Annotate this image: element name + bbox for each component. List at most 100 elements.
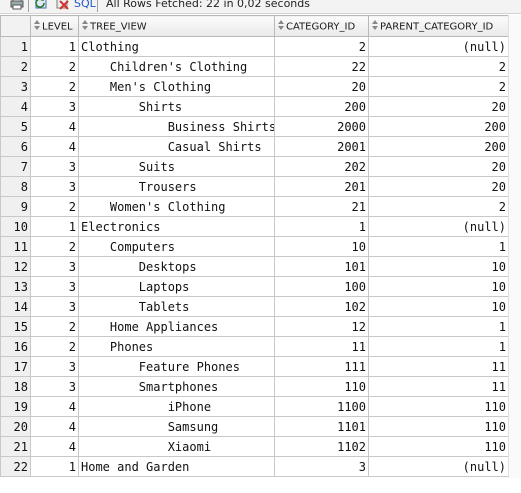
category-id-cell[interactable]: 1 [274, 216, 369, 237]
row-number-cell[interactable]: 10 [0, 216, 31, 237]
level-cell[interactable]: 4 [30, 396, 79, 417]
parent-category-id-cell[interactable]: 1 [368, 316, 509, 337]
table-row[interactable]: 32 Men's Clothing 20 2 [0, 76, 509, 97]
row-number-cell[interactable]: 21 [0, 436, 31, 457]
table-row[interactable]: 16 2 Phones 11 1 [0, 336, 509, 357]
row-number-cell[interactable]: 4 [0, 96, 31, 117]
parent-category-id-cell[interactable]: 10 [368, 256, 509, 277]
sql-refresh-icon[interactable] [34, 0, 50, 11]
row-number-cell[interactable]: 9 [0, 196, 31, 217]
category-id-cell[interactable]: 101 [274, 256, 369, 277]
parent-category-id-cell[interactable]: 10 [368, 296, 509, 317]
vertical-scrollbar[interactable] [508, 15, 521, 478]
level-cell[interactable]: 3 [30, 296, 79, 317]
row-number-cell[interactable]: 17 [0, 356, 31, 377]
parent-category-id-cell[interactable]: 110 [368, 416, 509, 437]
tree-view-cell[interactable]: Xiaomi [78, 436, 275, 457]
row-number-cell[interactable]: 16 [0, 336, 31, 357]
parent-category-id-cell[interactable]: 2 [368, 196, 509, 217]
level-cell[interactable]: 2 [30, 56, 79, 77]
parent-category-id-cell[interactable]: 20 [368, 176, 509, 197]
row-number-cell[interactable]: 19 [0, 396, 31, 417]
row-number-cell[interactable]: 13 [0, 276, 31, 297]
table-row[interactable]: 43 Shirts 200 20 [0, 96, 509, 117]
level-cell[interactable]: 4 [30, 436, 79, 457]
tree-view-cell[interactable]: Samsung [78, 416, 275, 437]
table-row[interactable]: 19 4 iPhone 1100 110 [0, 396, 509, 417]
category-id-cell[interactable]: 2001 [274, 136, 369, 157]
category-id-cell[interactable]: 2000 [274, 116, 369, 137]
tree-view-cell[interactable]: Tablets [78, 296, 275, 317]
level-cell[interactable]: 3 [30, 276, 79, 297]
category-id-cell[interactable]: 100 [274, 276, 369, 297]
tree-view-cell[interactable]: Trousers [78, 176, 275, 197]
table-row[interactable]: 54 Business Shirts 2000 200 [0, 116, 509, 137]
category-id-cell[interactable]: 1100 [274, 396, 369, 417]
column-header-tree-view[interactable]: TREE_VIEW [78, 15, 275, 37]
table-row[interactable]: 73 Suits 202 20 [0, 156, 509, 177]
level-cell[interactable]: 3 [30, 96, 79, 117]
row-number-cell[interactable]: 6 [0, 136, 31, 157]
level-cell[interactable]: 1 [30, 216, 79, 237]
category-id-cell[interactable]: 20 [274, 76, 369, 97]
table-row[interactable]: 17 3 Feature Phones 111 11 [0, 356, 509, 377]
row-number-cell[interactable]: 7 [0, 156, 31, 177]
table-row[interactable]: 14 3 Tablets 102 10 [0, 296, 509, 317]
tree-view-cell[interactable]: Laptops [78, 276, 275, 297]
level-cell[interactable]: 2 [30, 336, 79, 357]
level-cell[interactable]: 3 [30, 156, 79, 177]
tree-view-cell[interactable]: Shirts [78, 96, 275, 117]
category-id-cell[interactable]: 202 [274, 156, 369, 177]
parent-category-id-cell[interactable]: 110 [368, 436, 509, 457]
tree-view-cell[interactable]: Business Shirts [78, 116, 275, 137]
row-number-cell[interactable]: 20 [0, 416, 31, 437]
level-cell[interactable]: 3 [30, 256, 79, 277]
category-id-cell[interactable]: 21 [274, 196, 369, 217]
category-id-cell[interactable]: 10 [274, 236, 369, 257]
tree-view-cell[interactable]: iPhone [78, 396, 275, 417]
sql-link[interactable]: SQL [74, 0, 96, 12]
table-row[interactable]: 22 Children's Clothing 22 2 [0, 56, 509, 77]
tree-view-cell[interactable]: Home Appliances [78, 316, 275, 337]
column-header-parent-category-id[interactable]: PARENT_CATEGORY_ID [368, 15, 509, 37]
level-cell[interactable]: 2 [30, 316, 79, 337]
tree-view-cell[interactable]: Casual Shirts [78, 136, 275, 157]
tree-view-cell[interactable]: Feature Phones [78, 356, 275, 377]
category-id-cell[interactable]: 110 [274, 376, 369, 397]
category-id-cell[interactable]: 12 [274, 316, 369, 337]
tree-view-cell[interactable]: Smartphones [78, 376, 275, 397]
table-row[interactable]: 12 3 Desktops 101 10 [0, 256, 509, 277]
parent-category-id-cell[interactable]: 11 [368, 376, 509, 397]
row-number-cell[interactable]: 15 [0, 316, 31, 337]
row-number-cell[interactable]: 22 [0, 456, 31, 477]
table-row[interactable]: 20 4 Samsung 1101 110 [0, 416, 509, 437]
level-cell[interactable]: 2 [30, 196, 79, 217]
category-id-cell[interactable]: 102 [274, 296, 369, 317]
table-row[interactable]: 83 Trousers 201 20 [0, 176, 509, 197]
level-cell[interactable]: 4 [30, 136, 79, 157]
parent-category-id-cell[interactable]: 20 [368, 96, 509, 117]
level-cell[interactable]: 2 [30, 76, 79, 97]
print-icon[interactable] [9, 0, 25, 11]
row-number-cell[interactable]: 11 [0, 236, 31, 257]
tree-view-cell[interactable]: Men's Clothing [78, 76, 275, 97]
level-cell[interactable]: 3 [30, 356, 79, 377]
table-row[interactable]: 15 2 Home Appliances 12 1 [0, 316, 509, 337]
table-row[interactable]: 22 1 Home and Garden 3 (null) [0, 456, 509, 477]
table-row[interactable]: 64 Casual Shirts 2001 200 [0, 136, 509, 157]
cancel-query-icon[interactable] [55, 0, 71, 11]
table-row[interactable]: 11 2 Computers 10 1 [0, 236, 509, 257]
level-cell[interactable]: 2 [30, 236, 79, 257]
category-id-cell[interactable]: 11 [274, 336, 369, 357]
level-cell[interactable]: 4 [30, 416, 79, 437]
category-id-cell[interactable]: 111 [274, 356, 369, 377]
parent-category-id-cell[interactable]: 1 [368, 336, 509, 357]
row-number-cell[interactable]: 3 [0, 76, 31, 97]
column-header-level[interactable]: LEVEL [30, 15, 79, 37]
table-row[interactable]: 21 4 Xiaomi 1102 110 [0, 436, 509, 457]
category-id-cell[interactable]: 1101 [274, 416, 369, 437]
table-row[interactable]: 92 Women's Clothing 21 2 [0, 196, 509, 217]
level-cell[interactable]: 3 [30, 376, 79, 397]
tree-view-cell[interactable]: Computers [78, 236, 275, 257]
parent-category-id-cell[interactable]: 1 [368, 236, 509, 257]
